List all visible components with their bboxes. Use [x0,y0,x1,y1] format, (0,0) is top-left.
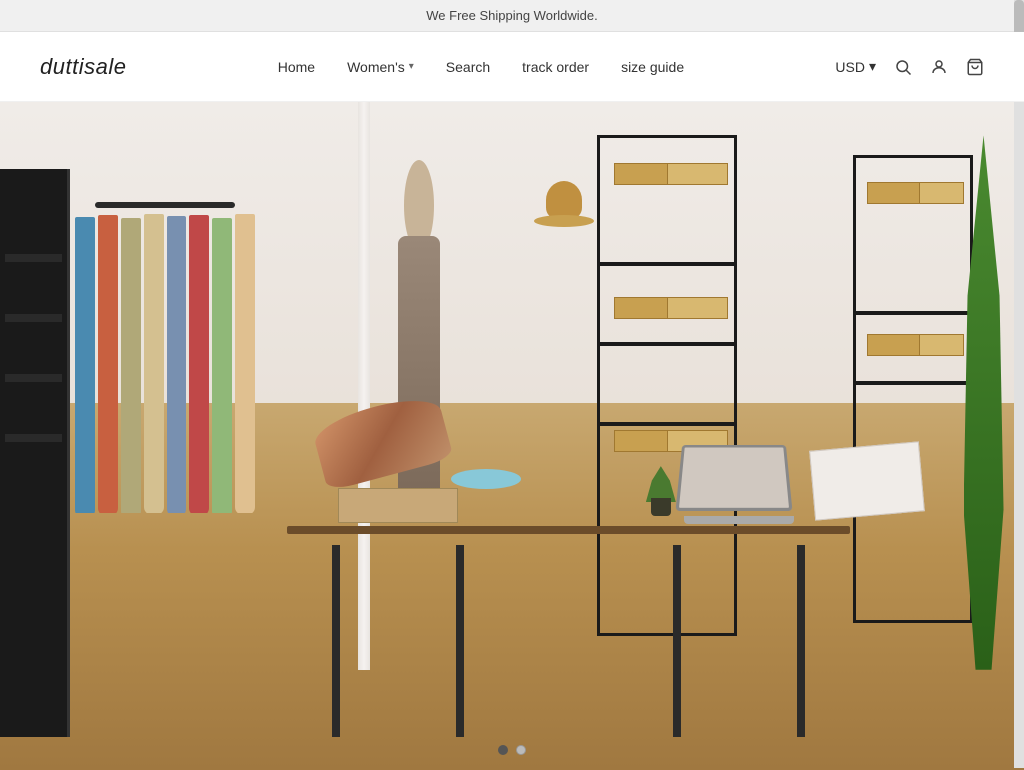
left-shelf [0,169,70,737]
slide-indicator-2[interactable] [516,745,526,755]
cart-icon[interactable] [966,58,984,76]
search-icon[interactable] [894,58,912,76]
right-shelf-short [853,155,973,623]
site-logo[interactable]: duttisale [40,54,126,80]
account-icon[interactable] [930,58,948,76]
header-actions: USD ▾ [835,58,984,76]
nav-item-home[interactable]: Home [278,59,315,75]
nav-item-womens[interactable]: Women's ▾ [347,59,414,75]
hero-image [0,102,1024,770]
nav-item-search[interactable]: Search [446,59,490,75]
main-nav: Home Women's ▾ Search track order size g… [278,59,684,75]
table-plant [646,466,676,516]
nav-item-track-order[interactable]: track order [522,59,589,75]
shoe-box-display [338,488,458,523]
currency-selector[interactable]: USD ▾ [835,58,876,75]
announcement-bar: We Free Shipping Worldwide. [0,0,1024,32]
straw-hat [534,182,594,227]
nav-item-size-guide[interactable]: size guide [621,59,684,75]
hero-section [0,102,1024,770]
currency-value: USD [835,59,865,75]
site-header: duttisale Home Women's ▾ Search track or… [0,32,1024,102]
display-table [287,503,850,737]
announcement-text: We Free Shipping Worldwide. [426,8,598,23]
womens-dropdown-chevron: ▾ [409,61,414,72]
notebook [809,442,925,521]
clothes-rack [75,202,255,703]
laptop [679,441,799,516]
slide-indicator-1[interactable] [498,745,508,755]
slide-indicators [498,745,526,755]
scrollbar-track[interactable] [1014,0,1024,768]
currency-chevron: ▾ [869,58,876,75]
